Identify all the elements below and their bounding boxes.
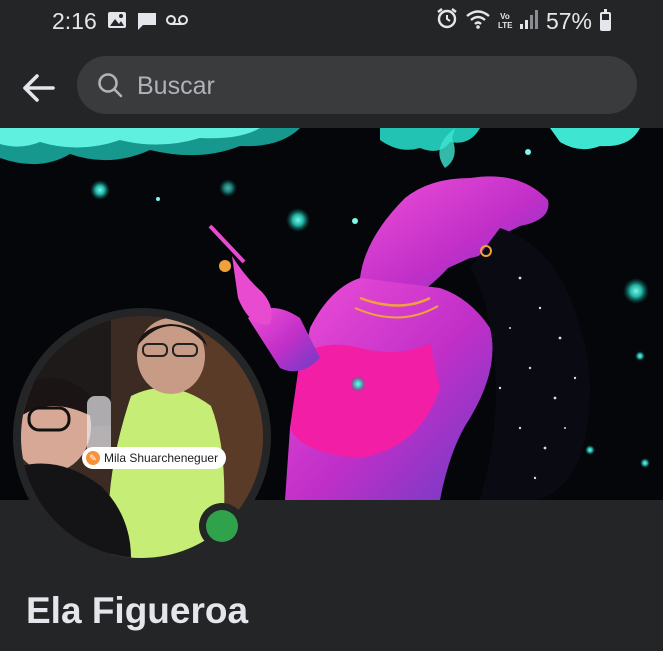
search-icon: [98, 73, 123, 98]
online-dot: [206, 510, 238, 542]
status-time: 2:16: [52, 8, 97, 34]
online-status-indicator: [199, 503, 245, 549]
voicemail-icon: [166, 13, 188, 32]
battery-percent: 57%: [545, 7, 592, 34]
alarm-icon: [436, 7, 458, 35]
chat-bubble-icon: [136, 10, 158, 37]
photo-tag-name: Mila Shuarcheneguer: [104, 451, 219, 465]
back-arrow-icon: [23, 74, 55, 102]
photo-tag[interactable]: ✎ Mila Shuarcheneguer: [82, 447, 227, 469]
battery-icon: [600, 8, 611, 31]
wifi-icon: [466, 8, 490, 35]
search-bar[interactable]: [77, 56, 637, 116]
tag-user-icon: ✎: [86, 451, 100, 465]
network-type-label: Vo LTE: [497, 12, 513, 30]
search-input[interactable]: [135, 56, 619, 116]
top-bar: [0, 42, 663, 128]
image-icon: [107, 10, 127, 35]
signal-icon: [519, 8, 538, 35]
profile-name: Ela Figueroa: [26, 590, 249, 631]
battery-level-fill: [602, 19, 609, 29]
status-bar: 2:16 Vo LTE 57%: [0, 0, 663, 42]
back-button[interactable]: [14, 64, 62, 112]
